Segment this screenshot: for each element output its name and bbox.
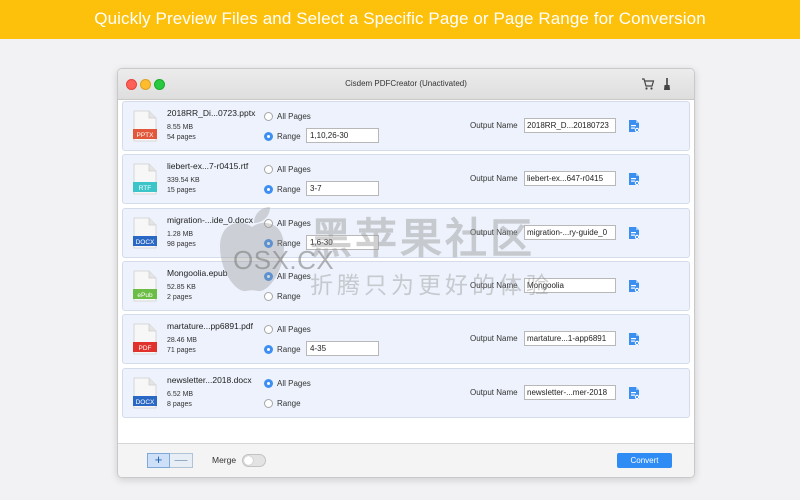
file-size: 8.55 MB	[167, 124, 194, 131]
window-title: Cisdem PDFCreator (Unactivated)	[345, 79, 467, 88]
file-page-count: 54 pages	[167, 134, 196, 141]
file-size: 6.52 MB	[167, 390, 194, 398]
file-type-icon: ePub	[133, 270, 157, 302]
page-range-input[interactable]: 1,10,26-30	[306, 128, 379, 143]
range-label: Range	[277, 185, 301, 195]
file-type-label: RTF	[139, 185, 152, 192]
all-pages-label: All Pages	[277, 325, 311, 335]
bottom-toolbar: + — Merge Convert	[118, 443, 694, 477]
file-name: liebert-ex...7-r0415.rtf	[167, 161, 249, 172]
file-size: 52.85 KB	[167, 283, 196, 291]
page-range-input[interactable]: 3-7	[306, 181, 379, 197]
range-radio[interactable]	[264, 132, 273, 141]
file-name: martature...pp6891.pdf	[167, 321, 254, 332]
add-file-button[interactable]: +	[147, 453, 170, 468]
file-type-label: DOCX	[136, 398, 155, 405]
file-row[interactable]: PPTX 2018RR_Di...0723.pptx 8.55 MB 54 pa…	[122, 101, 690, 151]
all-pages-radio[interactable]	[264, 378, 273, 388]
all-pages-radio[interactable]	[264, 325, 273, 335]
range-radio[interactable]	[264, 398, 273, 408]
file-size: 339.54 KB	[167, 177, 200, 185]
output-name-label: Output Name	[470, 121, 518, 130]
file-type-icon: PPTX	[133, 110, 157, 142]
file-settings-icon[interactable]	[628, 332, 640, 346]
file-size: 1.28 MB	[167, 230, 194, 238]
promo-banner: Quickly Preview Files and Select a Speci…	[0, 0, 800, 39]
output-name-input[interactable]: newsletter-...mer-2018	[524, 384, 616, 400]
file-page-count: 15 pages	[167, 187, 196, 195]
file-page-count: 2 pages	[167, 293, 192, 301]
file-page-count: 71 pages	[167, 347, 196, 355]
output-name-label: Output Name	[470, 387, 518, 397]
file-type-label: PPTX	[137, 132, 155, 139]
range-label: Range	[277, 345, 301, 355]
output-name-input[interactable]: 2018RR_D...20180723	[524, 118, 616, 133]
watermark-subtitle-text: 折腾只为更好的体验	[310, 272, 553, 298]
file-settings-icon[interactable]	[628, 172, 640, 186]
remove-file-button[interactable]: —	[170, 453, 193, 468]
brush-icon[interactable]	[660, 77, 674, 91]
file-page-count: 8 pages	[167, 400, 192, 408]
file-page-count: 98 pages	[167, 240, 196, 248]
file-settings-icon[interactable]	[628, 119, 640, 133]
file-row[interactable]: RTF liebert-ex...7-r0415.rtf 339.54 KB 1…	[122, 154, 690, 205]
page-range-input[interactable]: 4-35	[306, 341, 379, 357]
file-name: 2018RR_Di...0723.pptx	[167, 108, 256, 118]
file-row[interactable]: DOCX newsletter...2018.docx 6.52 MB 8 pa…	[122, 367, 690, 418]
output-name-label: Output Name	[470, 174, 518, 184]
file-settings-icon[interactable]	[628, 226, 640, 240]
file-type-icon: DOCX	[133, 217, 157, 248]
range-radio[interactable]	[264, 345, 273, 355]
all-pages-label: All Pages	[277, 165, 311, 175]
all-pages-label: All Pages	[277, 378, 311, 388]
output-name-label: Output Name	[470, 334, 518, 344]
convert-button[interactable]: Convert	[617, 453, 672, 468]
watermark-title-text: 黑苹果社区	[310, 215, 536, 262]
file-type-icon: RTF	[133, 163, 157, 195]
file-type-label: DOCX	[136, 238, 155, 245]
output-name-input[interactable]: martature...1-app6891	[524, 331, 616, 347]
file-type-label: ePub	[137, 292, 153, 299]
range-radio[interactable]	[264, 185, 273, 195]
all-pages-radio[interactable]	[264, 112, 273, 121]
merge-toggle[interactable]	[242, 454, 266, 467]
file-name: newsletter...2018.docx	[167, 374, 252, 385]
merge-label: Merge	[212, 455, 237, 465]
file-type-icon: PDF	[133, 323, 157, 355]
file-settings-icon[interactable]	[628, 279, 640, 293]
output-name-input[interactable]: migration-...ry-guide_0	[524, 224, 616, 240]
range-label: Range	[277, 398, 301, 408]
file-settings-icon[interactable]	[628, 386, 640, 400]
all-pages-radio[interactable]	[264, 165, 273, 175]
file-size: 28.46 MB	[167, 337, 197, 345]
title-bar: Cisdem PDFCreator (Unactivated)	[118, 69, 694, 100]
file-type-icon: DOCX	[133, 377, 157, 408]
cart-icon[interactable]	[641, 77, 655, 91]
file-row[interactable]: PDF martature...pp6891.pdf 28.46 MB 71 p…	[122, 314, 690, 365]
range-label: Range	[277, 132, 301, 141]
output-name-input[interactable]: liebert-ex...647-r0415	[524, 171, 616, 187]
all-pages-label: All Pages	[277, 112, 311, 121]
file-type-label: PDF	[139, 345, 152, 352]
